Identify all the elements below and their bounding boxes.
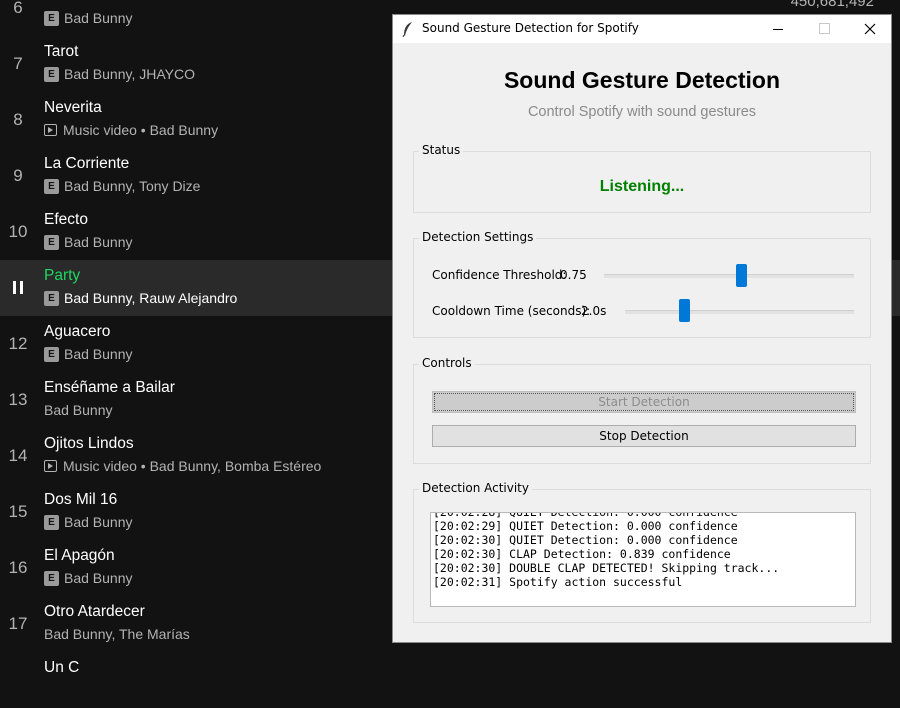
status-text: Listening... — [599, 178, 685, 195]
track-artists-line: E Bad Bunny — [44, 570, 133, 586]
track-artists[interactable]: Music video • Bad Bunny — [63, 122, 218, 138]
track-number: 13 — [8, 390, 28, 409]
track-artists[interactable]: Bad Bunny, The Marías — [44, 626, 190, 642]
track-title[interactable]: Ojitos Lindos — [44, 435, 134, 453]
track-artists[interactable]: Bad Bunny, Tony Dize — [64, 178, 200, 194]
detection-activity-group: Detection Activity [20:02:28] QUIET Dete… — [413, 481, 871, 623]
sound-gesture-window: Sound Gesture Detection for Spotify Soun… — [392, 14, 892, 643]
track-title[interactable]: Otro Atardecer — [44, 603, 145, 621]
log-line: [20:02:29] QUIET Detection: 0.000 confid… — [433, 519, 738, 533]
minimize-button[interactable] — [755, 15, 801, 43]
status-group-label: Status — [419, 143, 464, 157]
track-title[interactable]: La Corriente — [44, 155, 129, 173]
track-number: 14 — [8, 446, 28, 465]
track-title[interactable]: El Apagón — [44, 547, 115, 565]
confidence-threshold-value: 0.75 — [560, 268, 587, 282]
track-number: 16 — [8, 558, 28, 577]
maximize-button[interactable] — [801, 15, 847, 43]
track-artists-line: Bad Bunny — [44, 402, 113, 418]
track-number: 6 — [13, 0, 23, 17]
close-button[interactable] — [847, 15, 893, 43]
controls-group-label: Controls — [419, 356, 475, 370]
track-title[interactable]: Un C — [44, 659, 79, 677]
window-title: Sound Gesture Detection for Spotify — [422, 21, 639, 35]
explicit-badge: E — [44, 570, 59, 586]
track-number: 7 — [13, 54, 23, 73]
track-number: 17 — [8, 614, 28, 633]
controls-group: Controls Start Detection Stop Detection — [413, 356, 871, 464]
page-title: Sound Gesture Detection — [503, 67, 781, 93]
confidence-threshold-slider[interactable] — [604, 274, 854, 278]
page-subtitle: Control Spotify with sound gestures — [527, 104, 757, 120]
track-artists-line: E Bad Bunny, JHAYCO — [44, 66, 195, 82]
cooldown-time-label: Cooldown Time (seconds): — [432, 304, 591, 318]
explicit-badge: E — [44, 178, 59, 194]
detection-activity-label: Detection Activity — [419, 481, 532, 495]
track-artists-line: E Bad Bunny — [44, 346, 133, 362]
track-artists[interactable]: Bad Bunny — [64, 514, 133, 530]
track-artists-line: Music video • Bad Bunny — [44, 122, 218, 138]
explicit-badge: E — [44, 346, 59, 362]
log-line: [20:02:28] QUIET Detection: 0.000 confid… — [433, 512, 738, 519]
music-video-icon — [44, 460, 57, 472]
track-number — [0, 652, 36, 708]
log-line: [20:02:30] DOUBLE CLAP DETECTED! Skippin… — [433, 561, 780, 575]
pause-icon[interactable] — [13, 281, 25, 295]
track-artists[interactable]: Music video • Bad Bunny, Bomba Estéreo — [63, 458, 321, 474]
track-artists[interactable]: Bad Bunny — [64, 234, 133, 250]
window-titlebar[interactable]: Sound Gesture Detection for Spotify — [393, 15, 891, 43]
log-line: [20:02:30] CLAP Detection: 0.839 confide… — [433, 547, 731, 561]
track-title[interactable]: Efecto — [44, 211, 88, 229]
track-title[interactable]: Party — [44, 267, 80, 285]
track-row[interactable]: Un C — [0, 652, 900, 708]
track-number: 9 — [13, 166, 23, 185]
track-artists-line: E Bad Bunny — [44, 514, 133, 530]
activity-log[interactable]: [20:02:28] QUIET Detection: 0.000 confid… — [430, 512, 856, 607]
track-artists[interactable]: Bad Bunny — [64, 346, 133, 362]
track-artists[interactable]: Bad Bunny, JHAYCO — [64, 66, 195, 82]
track-number: 10 — [8, 222, 28, 241]
explicit-badge: E — [44, 234, 59, 250]
maximize-icon — [819, 23, 830, 34]
track-title[interactable]: Dos Mil 16 — [44, 491, 117, 509]
log-line: [20:02:30] QUIET Detection: 0.000 confid… — [433, 533, 738, 547]
track-number: 8 — [13, 110, 23, 129]
cooldown-time-value: 2.0s — [581, 304, 607, 318]
activity-log-lines: [20:02:28] QUIET Detection: 0.000 confid… — [433, 512, 780, 589]
start-detection-button[interactable]: Start Detection — [432, 391, 856, 413]
minimize-icon — [773, 29, 783, 30]
log-line: [20:02:31] Spotify action successful — [433, 575, 683, 589]
cooldown-time-handle[interactable] — [679, 299, 690, 322]
track-title[interactable]: Aguacero — [44, 323, 110, 341]
explicit-badge: E — [44, 290, 59, 306]
track-artists[interactable]: Bad Bunny — [44, 402, 113, 418]
music-video-icon — [44, 124, 57, 136]
explicit-badge: E — [44, 66, 59, 82]
track-artists[interactable]: Bad Bunny — [64, 10, 133, 26]
feather-icon — [402, 22, 412, 37]
track-artists-line: E Bad Bunny, Rauw Alejandro — [44, 290, 237, 306]
cooldown-time-slider[interactable] — [625, 310, 854, 314]
track-artists-line: E Bad Bunny — [44, 10, 133, 26]
explicit-badge: E — [44, 10, 59, 26]
confidence-threshold-handle[interactable] — [736, 264, 747, 287]
track-title[interactable]: Neverita — [44, 99, 102, 117]
track-artists[interactable]: Bad Bunny, Rauw Alejandro — [64, 290, 237, 306]
track-artists-line: Music video • Bad Bunny, Bomba Estéreo — [44, 458, 321, 474]
close-icon — [864, 23, 876, 35]
track-artists-line: Bad Bunny, The Marías — [44, 626, 190, 642]
explicit-badge: E — [44, 514, 59, 530]
track-artists[interactable]: Bad Bunny — [64, 570, 133, 586]
status-group: Status Listening... — [413, 143, 871, 213]
track-artists-line: E Bad Bunny — [44, 234, 133, 250]
stop-detection-button[interactable]: Stop Detection — [432, 425, 856, 447]
track-title[interactable]: Tarot — [44, 43, 78, 61]
track-title[interactable]: Enséñame a Bailar — [44, 379, 175, 397]
detection-settings-group: Detection Settings Confidence Threshold:… — [413, 230, 871, 338]
confidence-threshold-label: Confidence Threshold: — [432, 268, 567, 282]
track-number: 15 — [8, 502, 28, 521]
track-artists-line: E Bad Bunny, Tony Dize — [44, 178, 200, 194]
track-number: 12 — [8, 334, 28, 353]
detection-settings-label: Detection Settings — [419, 230, 537, 244]
